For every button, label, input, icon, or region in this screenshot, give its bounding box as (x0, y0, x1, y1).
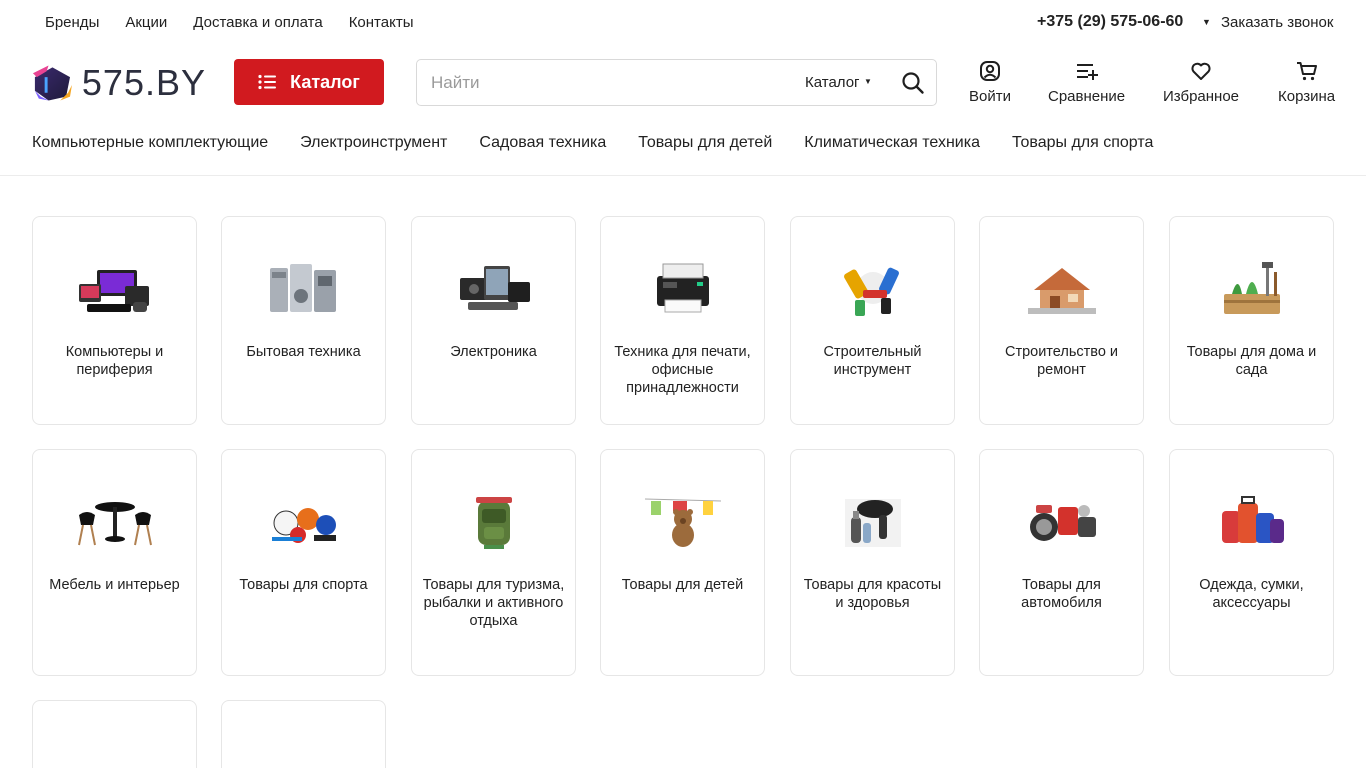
site-logo[interactable]: 575.BY (31, 62, 206, 104)
category-card[interactable]: Товары для автомобиля (979, 449, 1144, 676)
favorites-label: Избранное (1163, 88, 1240, 105)
catalog-button[interactable]: Каталог (234, 59, 384, 105)
logo-cube-icon (32, 65, 72, 101)
nav-item-sports-goods[interactable]: Товары для спорта (1012, 134, 1153, 152)
computers-image (79, 270, 149, 312)
category-name: Бытовая техника (246, 344, 361, 360)
top-links: Бренды Акции Доставка и оплата Контакты (45, 14, 413, 31)
category-name: Товары для детей (621, 577, 744, 593)
category-card[interactable]: Мебель и интерьер (32, 449, 197, 676)
nav-item-garden-equipment[interactable]: Садовая техника (479, 134, 606, 152)
nav-item-computer-components[interactable]: Компьютерные комплектующие (32, 134, 268, 152)
top-link-delivery[interactable]: Доставка и оплата (193, 14, 322, 31)
category-name: Электроника (450, 344, 537, 360)
hair-dryer-image (845, 499, 901, 547)
category-name: Мебель и интерьер (49, 577, 180, 593)
category-card[interactable]: Электроника (411, 216, 576, 425)
compare-label: Сравнение (1048, 88, 1126, 105)
category-name: Товары для автомобиля (1021, 577, 1102, 611)
category-name: Одежда, сумки, аксессуары (1199, 577, 1304, 611)
backpack-image (476, 497, 512, 549)
power-tools-image (844, 267, 899, 316)
callback-link[interactable]: Заказать звонок (1221, 14, 1333, 31)
login-button[interactable]: Войти (969, 60, 1011, 105)
category-card[interactable] (221, 700, 386, 768)
category-card[interactable]: Строительный инструмент (790, 216, 955, 425)
category-name: Товары для красоты и здоровья (803, 577, 942, 611)
category-name: Строительный инструмент (823, 344, 922, 378)
logo-text: 575.BY (81, 62, 206, 103)
category-name: Компьютеры и периферия (65, 344, 164, 378)
heart-icon (1191, 62, 1211, 80)
top-link-contacts[interactable]: Контакты (349, 14, 414, 31)
category-name: Товары для спорта (239, 577, 368, 593)
top-bar: Бренды Акции Доставка и оплата Контакты … (0, 0, 1366, 46)
compare-button[interactable]: Сравнение (1048, 60, 1125, 105)
garden-tools-image (1224, 262, 1280, 314)
category-name: Строительство и ремонт (1004, 344, 1119, 378)
header-divider (0, 175, 1366, 176)
search-icon[interactable] (901, 71, 925, 95)
category-card[interactable]: Товары для туризма, рыбалки и активного … (411, 449, 576, 676)
nav-item-climate-equipment[interactable]: Климатическая техника (804, 134, 980, 152)
sports-balls-image (272, 508, 336, 543)
category-card[interactable]: Одежда, сумки, аксессуары (1169, 449, 1334, 676)
category-name: Техника для печати, офисные принадлежнос… (614, 344, 751, 396)
category-card[interactable]: Товары для красоты и здоровья (790, 449, 955, 676)
furniture-image (78, 502, 152, 546)
category-card[interactable]: Бытовая техника (221, 216, 386, 425)
top-link-promotions[interactable]: Акции (125, 14, 167, 31)
suitcases-image (1222, 496, 1284, 543)
phone-dropdown-caret-icon[interactable]: ▼ (1202, 17, 1211, 27)
search-input[interactable] (431, 70, 791, 96)
compare-list-icon (1076, 64, 1098, 80)
phone-number[interactable]: +375 (29) 575-06-60 (1037, 13, 1183, 31)
category-card[interactable]: Компьютеры и периферия (32, 216, 197, 425)
printer-image (657, 263, 709, 313)
category-nav: Компьютерные комплектующие Электроинстру… (32, 134, 1153, 152)
appliances-image (270, 264, 336, 312)
cart-label: Корзина (1278, 88, 1336, 105)
nav-item-power-tools[interactable]: Электроинструмент (300, 134, 447, 152)
category-name: Товары для дома и сада (1186, 344, 1317, 378)
favorites-button[interactable]: Избранное (1163, 60, 1239, 105)
category-card[interactable]: Товары для спорта (221, 449, 386, 676)
nav-item-kids-goods[interactable]: Товары для детей (638, 134, 772, 152)
search-bar: Каталог ▼ (416, 59, 937, 106)
catalog-button-label: Каталог (290, 71, 360, 92)
category-card[interactable]: Товары для дома и сада (1169, 216, 1334, 425)
top-link-brands[interactable]: Бренды (45, 14, 99, 31)
list-icon (258, 74, 277, 90)
electronics-image (460, 266, 530, 310)
teddy-bear-image (644, 498, 722, 547)
category-card[interactable] (32, 700, 197, 768)
category-card[interactable]: Товары для детей (600, 449, 765, 676)
search-scope-select[interactable]: Каталог (805, 74, 860, 91)
car-parts-image (1030, 505, 1096, 541)
cart-button[interactable]: Корзина (1278, 60, 1335, 105)
cart-icon (1296, 62, 1317, 81)
category-name: Товары для туризма, рыбалки и активного … (422, 577, 565, 629)
category-card[interactable]: Техника для печати, офисные принадлежнос… (600, 216, 765, 425)
chevron-down-icon[interactable]: ▼ (864, 77, 872, 86)
user-icon (979, 61, 1000, 81)
house-construction-image (1028, 268, 1096, 314)
login-label: Войти (969, 88, 1011, 105)
category-card[interactable]: Строительство и ремонт (979, 216, 1144, 425)
